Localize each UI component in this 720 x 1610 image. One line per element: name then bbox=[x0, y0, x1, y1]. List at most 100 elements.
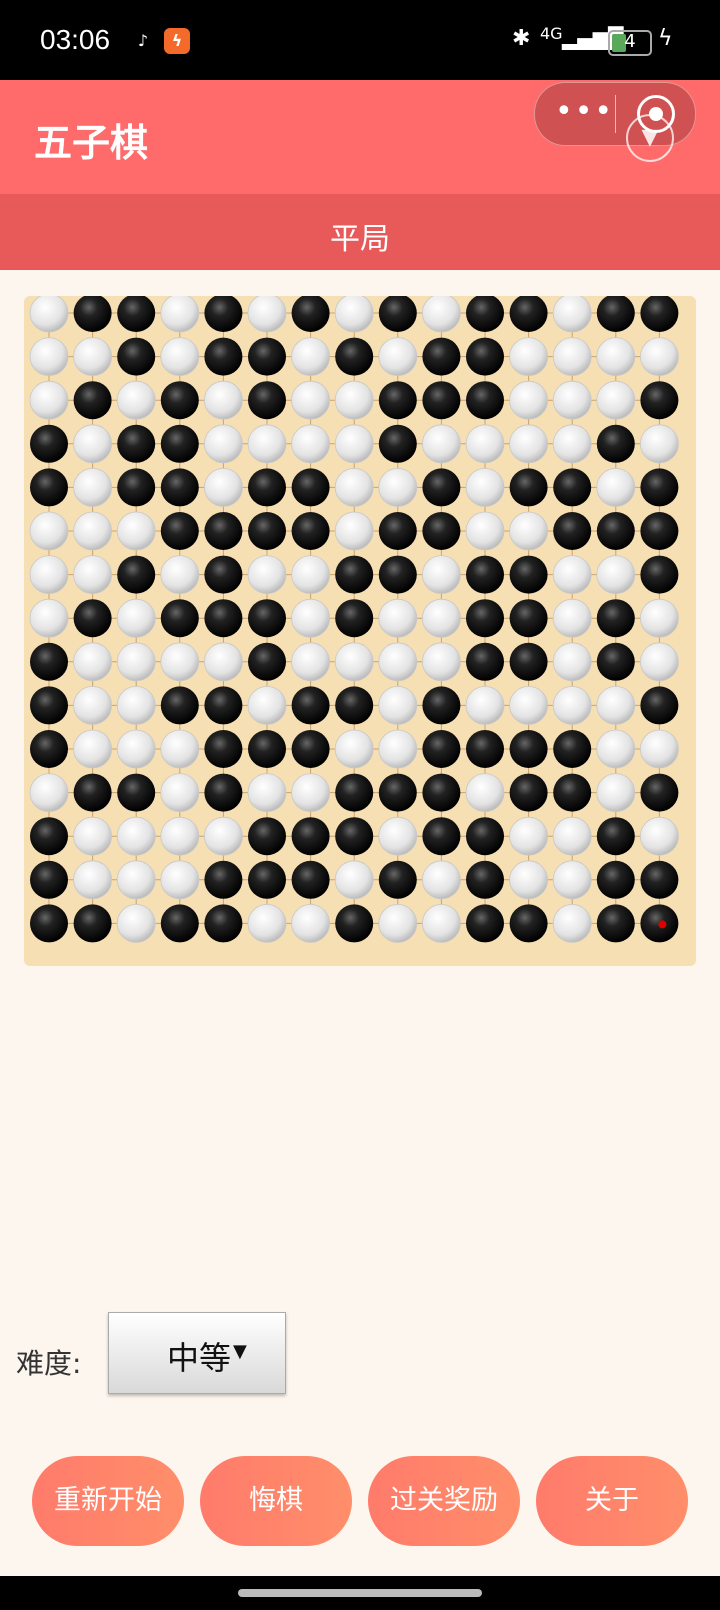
white-stone bbox=[116, 598, 156, 638]
black-stone bbox=[596, 642, 635, 681]
black-stone bbox=[640, 686, 679, 725]
black-stone bbox=[640, 468, 679, 507]
white-stone bbox=[640, 729, 679, 769]
battery-level: 4 bbox=[624, 31, 636, 52]
black-stone bbox=[248, 730, 286, 768]
black-stone bbox=[553, 468, 592, 507]
white-stone bbox=[465, 773, 505, 813]
white-stone bbox=[73, 555, 112, 595]
black-stone bbox=[204, 296, 243, 332]
white-stone bbox=[73, 860, 112, 900]
black-stone bbox=[160, 424, 199, 463]
white-stone bbox=[73, 467, 112, 507]
white-stone bbox=[116, 685, 156, 725]
network-type: 4G bbox=[540, 24, 563, 43]
black-stone bbox=[422, 337, 461, 376]
white-stone bbox=[203, 467, 243, 507]
black-stone bbox=[291, 468, 330, 507]
gomoku-board[interactable] bbox=[24, 296, 696, 966]
white-stone bbox=[552, 642, 592, 682]
black-stone bbox=[596, 599, 635, 638]
white-stone bbox=[73, 685, 112, 725]
white-stone bbox=[29, 773, 69, 813]
white-stone bbox=[334, 729, 374, 769]
black-stone bbox=[378, 860, 417, 899]
black-stone bbox=[509, 555, 548, 594]
black-stone bbox=[640, 773, 679, 812]
white-stone bbox=[552, 598, 592, 638]
black-stone bbox=[117, 555, 156, 594]
white-stone bbox=[291, 773, 331, 813]
black-stone bbox=[204, 555, 243, 594]
black-stone bbox=[596, 512, 635, 550]
white-stone bbox=[203, 642, 243, 682]
white-stone bbox=[552, 555, 592, 595]
black-stone bbox=[466, 860, 504, 899]
game-status-bar: 平局 bbox=[0, 194, 720, 270]
black-stone bbox=[596, 296, 635, 332]
black-stone bbox=[160, 381, 199, 420]
black-stone bbox=[335, 686, 374, 725]
black-stone bbox=[466, 296, 504, 332]
white-stone bbox=[160, 555, 200, 595]
black-stone bbox=[117, 296, 156, 332]
white-stone bbox=[160, 860, 200, 900]
black-stone bbox=[30, 686, 68, 725]
black-stone bbox=[204, 773, 243, 812]
white-stone bbox=[509, 337, 549, 376]
white-stone bbox=[334, 380, 374, 420]
black-stone bbox=[378, 296, 417, 332]
black-stone bbox=[466, 904, 504, 943]
last-move-marker bbox=[658, 920, 667, 929]
board-canvas[interactable] bbox=[24, 296, 696, 966]
white-stone bbox=[73, 816, 112, 856]
white-stone bbox=[421, 860, 461, 900]
white-stone bbox=[596, 337, 636, 376]
chevron-down-icon[interactable]: ▼ bbox=[626, 114, 674, 162]
reward-button[interactable]: 过关奖励 bbox=[368, 1456, 520, 1546]
white-stone bbox=[509, 380, 549, 420]
tiktok-icon: ♪ bbox=[130, 28, 156, 54]
white-stone bbox=[596, 555, 636, 595]
white-stone bbox=[378, 729, 418, 769]
more-icon[interactable]: ••• bbox=[555, 95, 612, 129]
about-button[interactable]: 关于 bbox=[536, 1456, 688, 1546]
white-stone bbox=[116, 860, 156, 900]
black-stone bbox=[160, 512, 199, 550]
white-stone bbox=[291, 642, 331, 682]
black-stone bbox=[335, 555, 374, 594]
black-stone bbox=[640, 512, 679, 550]
white-stone bbox=[378, 337, 418, 376]
black-stone bbox=[160, 904, 199, 943]
black-stone bbox=[640, 860, 679, 899]
black-stone bbox=[466, 730, 504, 768]
black-stone bbox=[291, 686, 330, 725]
restart-button[interactable]: 重新开始 bbox=[32, 1456, 184, 1546]
white-stone bbox=[552, 337, 592, 376]
white-stone bbox=[596, 467, 636, 507]
black-stone bbox=[509, 468, 548, 507]
white-stone bbox=[334, 860, 374, 900]
undo-button[interactable]: 悔棋 bbox=[200, 1456, 352, 1546]
black-stone bbox=[509, 599, 548, 638]
black-stone bbox=[204, 904, 243, 943]
difficulty-label: 难度: bbox=[16, 1347, 82, 1380]
home-indicator-pill[interactable] bbox=[238, 1589, 482, 1597]
charging-icon: ϟ bbox=[658, 26, 673, 51]
white-stone bbox=[291, 598, 331, 638]
black-stone bbox=[422, 512, 461, 550]
black-stone bbox=[422, 381, 461, 420]
black-stone bbox=[248, 599, 286, 638]
white-stone bbox=[160, 773, 200, 813]
difficulty-dropdown[interactable]: 中等 ▼ bbox=[108, 1312, 286, 1394]
white-stone bbox=[73, 642, 112, 682]
white-stone bbox=[421, 642, 461, 682]
white-stone bbox=[247, 685, 287, 725]
black-stone bbox=[466, 381, 504, 420]
white-stone bbox=[378, 598, 418, 638]
white-stone bbox=[552, 424, 592, 464]
white-stone bbox=[334, 642, 374, 682]
black-stone bbox=[248, 381, 286, 420]
white-stone bbox=[29, 511, 69, 551]
black-stone bbox=[335, 904, 374, 943]
